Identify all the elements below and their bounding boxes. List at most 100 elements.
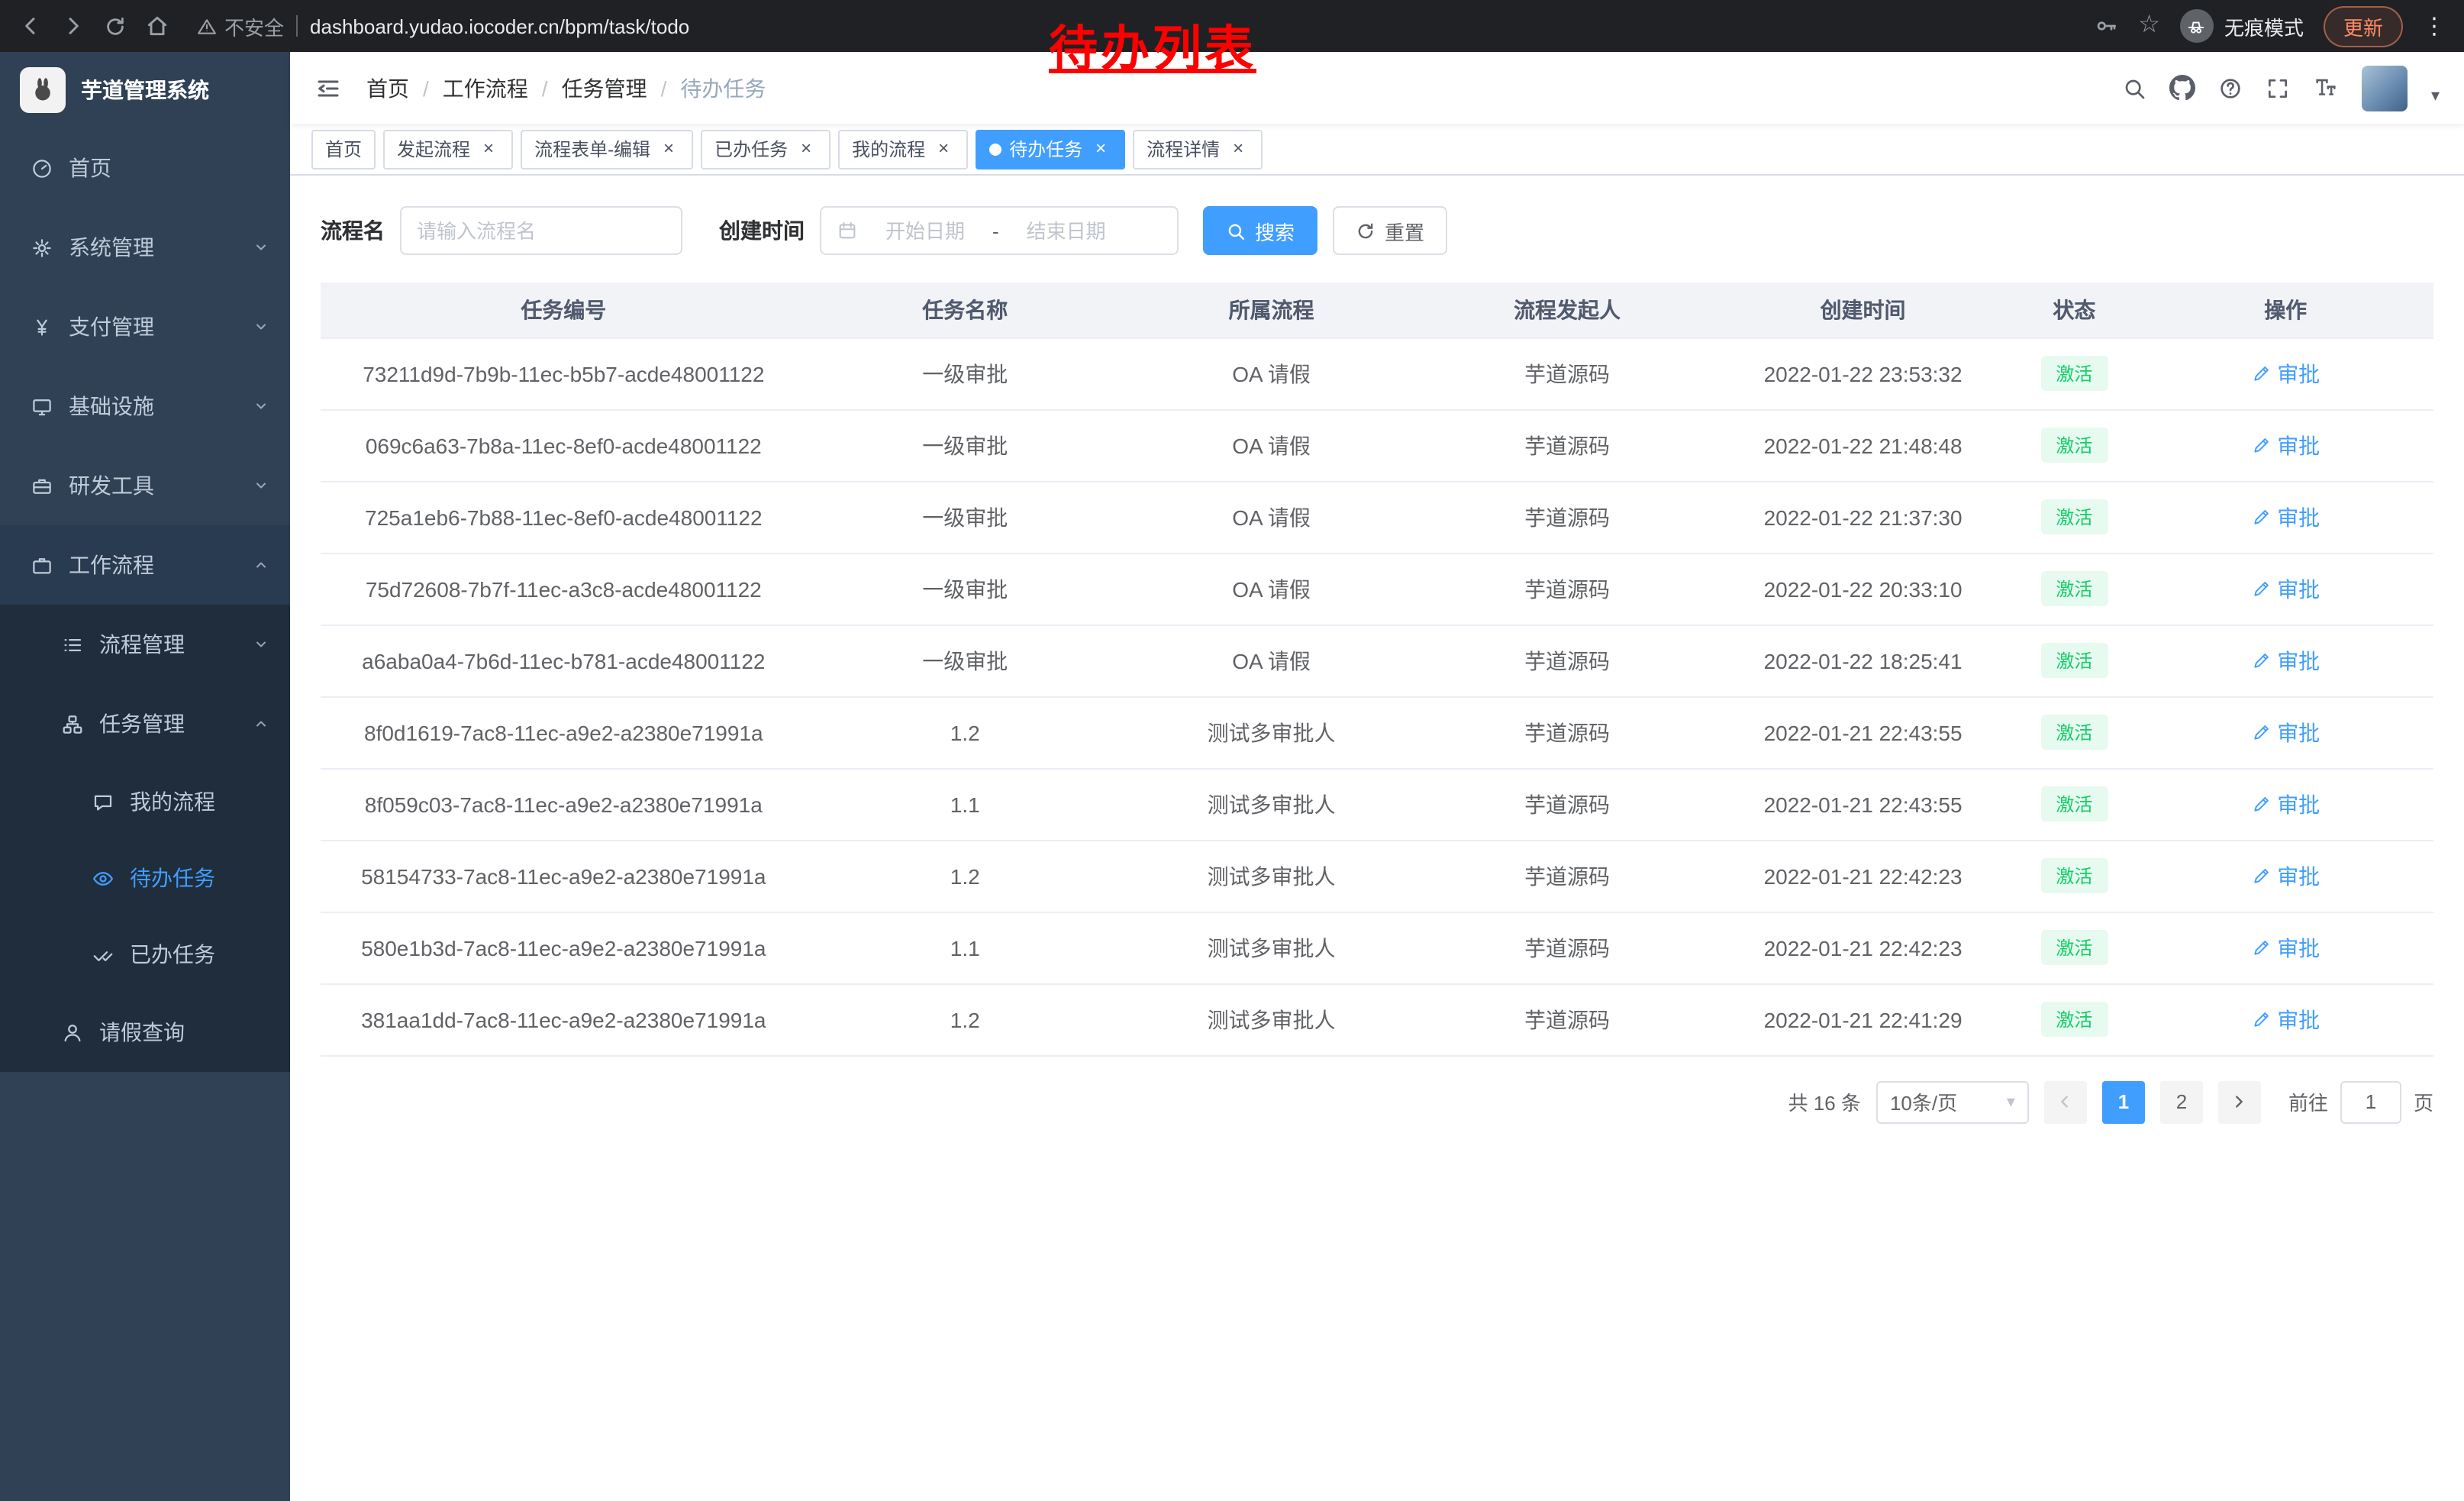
chevron-down-icon — [253, 637, 269, 652]
approve-link[interactable]: 审批 — [2251, 789, 2320, 819]
key-icon[interactable] — [2094, 14, 2118, 38]
approve-link[interactable]: 审批 — [2251, 860, 2320, 891]
workflow-icon — [31, 554, 53, 576]
status-badge: 激活 — [2040, 643, 2108, 678]
eye-icon — [92, 867, 114, 889]
sidebar-item-todo-tasks[interactable]: 待办任务 — [0, 840, 290, 916]
github-icon[interactable] — [2170, 75, 2196, 101]
star-icon[interactable]: ☆ — [2138, 14, 2160, 38]
approve-link[interactable]: 审批 — [2251, 1004, 2320, 1035]
status-badge: 激活 — [2040, 356, 2108, 391]
breadcrumb-current: 待办任务 — [680, 73, 766, 103]
close-icon[interactable]: × — [1227, 138, 1249, 160]
back-icon[interactable] — [18, 14, 43, 38]
chevron-up-icon — [253, 557, 269, 573]
process-name-input[interactable] — [400, 206, 682, 255]
tab-process-detail[interactable]: 流程详情× — [1133, 129, 1263, 169]
address-bar[interactable]: 不安全 dashboard.yudao.iocoder.cn/bpm/task/… — [197, 11, 689, 40]
approve-link[interactable]: 审批 — [2251, 932, 2320, 963]
search-icon — [1226, 221, 1246, 240]
top-navbar: 首页 / 工作流程 / 任务管理 / 待办任务 ▾ — [290, 52, 2464, 124]
start-date-input[interactable] — [867, 219, 983, 242]
chevron-down-icon[interactable]: ▾ — [2431, 85, 2440, 111]
logo[interactable]: 芋道管理系统 — [0, 52, 290, 128]
browser-menu-icon[interactable]: ⋮ — [2423, 15, 2446, 37]
sidebar-item-my-process[interactable]: 我的流程 — [0, 763, 290, 840]
goto-page-input[interactable] — [2340, 1080, 2401, 1123]
date-range-picker[interactable]: - — [820, 206, 1179, 255]
breadcrumb-separator: / — [423, 76, 429, 100]
tab-my-process[interactable]: 我的流程× — [838, 129, 968, 169]
close-icon[interactable]: × — [478, 138, 499, 160]
page-2-button[interactable]: 2 — [2160, 1080, 2203, 1123]
approve-link[interactable]: 审批 — [2251, 573, 2320, 604]
chevron-down-icon: ▾ — [2007, 1092, 2015, 1112]
refresh-icon — [1356, 221, 1376, 240]
prev-page-button[interactable] — [2044, 1080, 2087, 1123]
approve-link[interactable]: 审批 — [2251, 645, 2320, 676]
url-text[interactable]: dashboard.yudao.iocoder.cn/bpm/task/todo — [310, 15, 689, 37]
tools-icon — [31, 474, 53, 497]
main-area: 首页 / 工作流程 / 任务管理 / 待办任务 ▾ — [290, 52, 2464, 1501]
search-icon[interactable] — [2123, 76, 2147, 100]
sidebar-item-task-mgmt[interactable]: 任务管理 — [0, 684, 290, 763]
sidebar-item-leave-query[interactable]: 请假查询 — [0, 993, 290, 1072]
col-task-name: 任务名称 — [807, 282, 1124, 337]
sidebar-item-workflow[interactable]: 工作流程 — [0, 525, 290, 605]
page-size-select[interactable]: 10条/页 ▾ — [1876, 1080, 2029, 1123]
sidebar-item-process-mgmt[interactable]: 流程管理 — [0, 605, 290, 684]
sidebar-item-home[interactable]: 首页 — [0, 128, 290, 208]
help-icon[interactable] — [2219, 76, 2243, 100]
breadcrumb-workflow[interactable]: 工作流程 — [443, 73, 528, 103]
forward-icon[interactable] — [61, 14, 85, 38]
col-task-id: 任务编号 — [321, 282, 807, 337]
approve-link[interactable]: 审批 — [2251, 430, 2320, 460]
sidebar-item-payment-mgmt[interactable]: 支付管理 — [0, 287, 290, 366]
tab-start-process[interactable]: 发起流程× — [383, 129, 513, 169]
table-row: 580e1b3d-7ac8-11ec-a9e2-a2380e71991a 1.1… — [321, 912, 2433, 983]
tab-home[interactable]: 首页 — [311, 129, 376, 169]
date-range-separator: - — [992, 219, 999, 242]
page-1-button[interactable]: 1 — [2102, 1080, 2145, 1123]
infrastructure-icon — [31, 395, 53, 418]
browser-update-button[interactable]: 更新 — [2324, 5, 2403, 47]
edit-icon — [2251, 794, 2271, 814]
status-badge: 激活 — [2040, 428, 2108, 463]
close-icon[interactable]: × — [1090, 138, 1111, 160]
tab-form-edit[interactable]: 流程表单-编辑× — [521, 129, 693, 169]
approve-link[interactable]: 审批 — [2251, 717, 2320, 747]
edit-icon — [2251, 866, 2271, 886]
approve-link[interactable]: 审批 — [2251, 502, 2320, 532]
next-page-button[interactable] — [2218, 1080, 2261, 1123]
task-id-cell: 725a1eb6-7b88-11ec-8ef0-acde48001122 — [321, 481, 807, 553]
edit-icon — [2251, 579, 2271, 599]
breadcrumb-task-mgmt[interactable]: 任务管理 — [562, 73, 647, 103]
breadcrumb-home[interactable]: 首页 — [366, 73, 409, 103]
sidebar-item-done-tasks[interactable]: 已办任务 — [0, 916, 290, 993]
security-warning[interactable]: 不安全 — [197, 11, 284, 40]
sidebar-item-infrastructure[interactable]: 基础设施 — [0, 366, 290, 446]
tab-todo-tasks[interactable]: 待办任务× — [976, 129, 1125, 169]
home-icon[interactable] — [145, 14, 169, 38]
close-icon[interactable]: × — [933, 138, 954, 160]
sidebar-item-dev-tools[interactable]: 研发工具 — [0, 446, 290, 525]
fullscreen-icon[interactable] — [2266, 76, 2291, 100]
close-icon[interactable]: × — [795, 138, 817, 160]
task-table: 任务编号 任务名称 所属流程 流程发起人 创建时间 状态 操作 73211d9d… — [321, 282, 2433, 1056]
status-badge: 激活 — [2040, 715, 2108, 750]
sidebar-item-system-mgmt[interactable]: 系统管理 — [0, 208, 290, 287]
refresh-icon[interactable] — [104, 15, 127, 37]
breadcrumb: 首页 / 工作流程 / 任务管理 / 待办任务 — [366, 73, 766, 103]
font-size-icon[interactable] — [2314, 75, 2340, 101]
create-time-label: 创建时间 — [719, 215, 805, 246]
logo-image — [20, 67, 66, 113]
collapse-sidebar-icon[interactable] — [314, 74, 342, 102]
end-date-input[interactable] — [1008, 219, 1124, 242]
approve-link[interactable]: 审批 — [2251, 358, 2320, 389]
avatar[interactable] — [2362, 65, 2408, 111]
edit-icon — [2251, 1009, 2271, 1029]
search-button[interactable]: 搜索 — [1203, 206, 1317, 255]
tab-done-tasks[interactable]: 已办任务× — [701, 129, 830, 169]
reset-button[interactable]: 重置 — [1333, 206, 1447, 255]
close-icon[interactable]: × — [658, 138, 679, 160]
